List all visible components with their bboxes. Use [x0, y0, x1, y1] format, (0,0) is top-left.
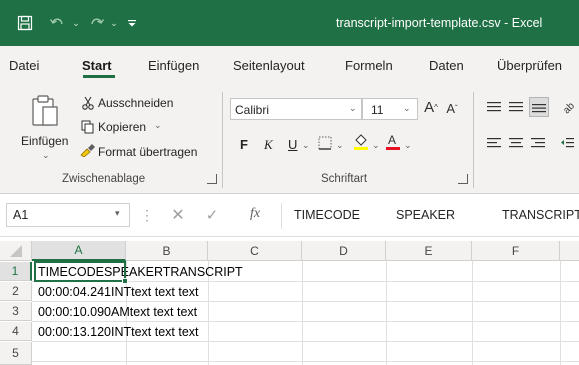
group-divider [473, 92, 474, 188]
fill-color-dropdown-icon[interactable]: ⌄ [372, 140, 380, 151]
group-divider [222, 92, 223, 188]
decrease-indent-icon[interactable] [558, 134, 576, 152]
tab-insert[interactable]: Einfügen [148, 58, 199, 73]
column-header-a[interactable]: A [32, 241, 126, 261]
font-name-dropdown-icon[interactable]: ⌄ [349, 103, 357, 114]
cell-a2[interactable]: 00:00:04.241INTtext text text [38, 285, 199, 299]
clipboard-group-label: Zwischenablage [62, 173, 146, 185]
row-header-3[interactable]: 3 [0, 302, 32, 321]
align-left-icon[interactable] [485, 134, 503, 152]
svg-text:A: A [388, 133, 396, 147]
column-header-e[interactable]: E [386, 241, 472, 261]
italic-button[interactable]: K [264, 137, 273, 153]
gridline [32, 301, 579, 302]
formula-token-timecode: TIMECODE [294, 208, 360, 222]
font-name-combobox[interactable]: Calibri ⌄ [230, 98, 362, 120]
font-name-value: Calibri [235, 103, 270, 117]
bold-button[interactable]: F [240, 137, 248, 152]
gridline [472, 261, 473, 365]
row-header-1[interactable]: 1 [0, 262, 32, 281]
fill-handle[interactable] [122, 278, 128, 284]
formula-token-speaker: SPEAKER [396, 208, 456, 222]
column-header-f[interactable]: F [472, 241, 560, 261]
tab-file[interactable]: Datei [9, 58, 39, 73]
font-group-label: Schriftart [321, 173, 368, 185]
align-top-icon[interactable] [485, 98, 503, 116]
align-right-icon[interactable] [529, 134, 547, 152]
fill-color-icon[interactable] [352, 132, 370, 152]
gridline [560, 261, 561, 365]
formula-token-transcript: TRANSCRIPT [502, 208, 579, 222]
increase-font-size-icon[interactable]: A ^ [422, 96, 440, 118]
gridline [32, 321, 579, 322]
svg-text:ab: ab [561, 100, 574, 114]
gridline [386, 261, 387, 365]
copy-icon[interactable] [80, 119, 96, 135]
clipboard-launcher-icon[interactable] [207, 174, 217, 184]
tab-home[interactable]: Start [82, 58, 112, 73]
title-bar: ⌄ ⌄ transcript-import-template.csv - Exc… [0, 0, 579, 46]
redo-icon[interactable] [86, 12, 108, 34]
format-painter-icon[interactable] [80, 142, 96, 158]
select-all-corner[interactable] [0, 241, 32, 261]
active-tab-indicator [83, 75, 115, 78]
tab-page-layout[interactable]: Seitenlayout [233, 58, 305, 73]
name-box-dropdown-icon[interactable]: ▾ [115, 208, 120, 219]
gridline [302, 261, 303, 365]
row-header-5[interactable]: 5 [0, 342, 32, 365]
align-middle-icon[interactable] [507, 98, 525, 116]
font-launcher-icon[interactable] [458, 174, 468, 184]
orientation-icon[interactable]: ab [558, 98, 576, 116]
paste-icon[interactable] [28, 92, 62, 130]
copy-dropdown-icon[interactable]: ⌄ [154, 120, 162, 131]
formula-input[interactable]: TIMECODE SPEAKER TRANSCRIPT [282, 199, 579, 231]
font-size-combobox[interactable]: 11 ⌄ [362, 98, 418, 120]
undo-icon[interactable] [46, 12, 68, 34]
paste-label[interactable]: Einfügen [21, 134, 68, 148]
undo-dropdown-icon[interactable]: ⌄ [70, 12, 82, 34]
decrease-font-size-icon[interactable]: Aˇ [444, 98, 460, 118]
tab-formulas[interactable]: Formeln [345, 58, 393, 73]
column-header-c[interactable]: C [208, 241, 302, 261]
font-size-value: 11 [371, 103, 384, 117]
cell-a4[interactable]: 00:00:13.120INTtext text text [38, 325, 199, 339]
formula-bar-drag-handle[interactable]: ⋮ [140, 207, 154, 224]
align-bottom-icon[interactable] [529, 97, 549, 117]
font-size-dropdown-icon[interactable]: ⌄ [403, 103, 411, 114]
copy-label[interactable]: Kopieren [98, 120, 146, 134]
format-painter-label[interactable]: Format übertragen [98, 145, 197, 159]
save-icon[interactable] [14, 12, 36, 34]
underline-dropdown-icon[interactable]: ⌄ [302, 140, 310, 151]
gridline [32, 341, 579, 342]
paste-dropdown-icon[interactable]: ⌄ [42, 150, 50, 161]
confirm-entry-icon[interactable]: ✓ [204, 206, 220, 224]
cut-icon[interactable] [80, 95, 96, 111]
column-header-g[interactable] [560, 241, 579, 261]
customize-quick-access-icon[interactable] [124, 12, 140, 34]
row-header-2[interactable]: 2 [0, 282, 32, 301]
underline-button[interactable]: U [288, 137, 297, 152]
insert-function-icon[interactable]: fx [250, 206, 260, 222]
window-title: transcript-import-template.csv - Excel [336, 16, 543, 30]
borders-icon[interactable] [316, 134, 334, 152]
redo-dropdown-icon[interactable]: ⌄ [108, 12, 120, 34]
column-header-b[interactable]: B [126, 241, 208, 261]
borders-dropdown-icon[interactable]: ⌄ [336, 140, 344, 151]
gridline [32, 361, 579, 362]
active-cell-border [34, 261, 126, 282]
name-box-value: A1 [13, 208, 29, 222]
column-header-d[interactable]: D [302, 241, 386, 261]
font-color-dropdown-icon[interactable]: ⌄ [404, 140, 412, 151]
row-header-4[interactable]: 4 [0, 322, 32, 341]
font-color-icon[interactable]: A [384, 132, 402, 152]
cut-label[interactable]: Ausschneiden [98, 96, 173, 110]
tab-data[interactable]: Daten [429, 58, 464, 73]
cancel-entry-icon[interactable]: ✕ [170, 206, 186, 224]
name-box[interactable]: A1 ▾ [6, 203, 130, 227]
cell-a3[interactable]: 00:00:10.090AMtext text text [38, 305, 197, 319]
align-center-icon[interactable] [507, 134, 525, 152]
tab-review[interactable]: Überprüfen [497, 58, 562, 73]
